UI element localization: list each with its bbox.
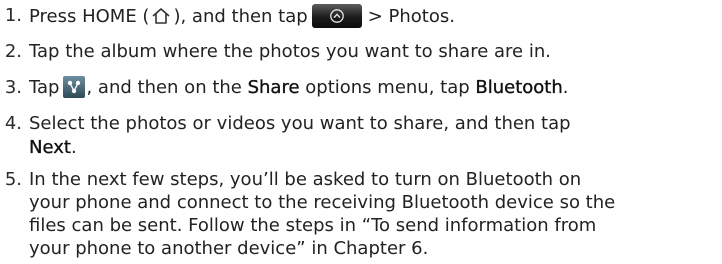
step-line: your phone to another device” in Chapter… (29, 238, 429, 259)
step-line: Next. (29, 136, 77, 160)
step-line: Tap , and then on the Share options menu,… (29, 76, 569, 100)
step-number: 1. (4, 5, 22, 26)
step-number: 3. (4, 77, 22, 98)
step-line: In the next few steps, you’ll be asked t… (29, 169, 582, 190)
step-number: 5. (4, 169, 22, 190)
step-text: > Photos. (367, 6, 455, 27)
step-line: Select the photos or videos you want to … (29, 113, 571, 134)
home-icon (151, 7, 171, 25)
step-text: Tap (29, 77, 60, 98)
step-number: 4. (4, 113, 22, 134)
step-line: Tap the album where the photos you want … (29, 41, 551, 62)
step-line: your phone and connect to the receiving … (29, 192, 616, 213)
step-text: . (70, 137, 77, 158)
step-line: files can be sent. Follow the steps in “… (29, 215, 597, 236)
all-apps-button-icon (311, 4, 362, 28)
step-number: 2. (4, 41, 22, 62)
step-text: options menu, tap (299, 77, 476, 98)
step-line: Press HOME ( ), and then tap > Photos. (29, 4, 455, 28)
step-text: Press HOME ( (29, 6, 150, 27)
share-icon (63, 76, 86, 98)
step-text: . (562, 77, 569, 98)
step-text: , and then on the (86, 77, 248, 98)
next-button-label: Next (29, 137, 71, 158)
share-menu-label: Share (247, 77, 300, 98)
step-text: ), and then tap (173, 6, 308, 27)
instruction-steps: 1. Press HOME (), and then tap > Photos. … (0, 0, 722, 264)
bluetooth-option-label: Bluetooth (475, 77, 563, 98)
